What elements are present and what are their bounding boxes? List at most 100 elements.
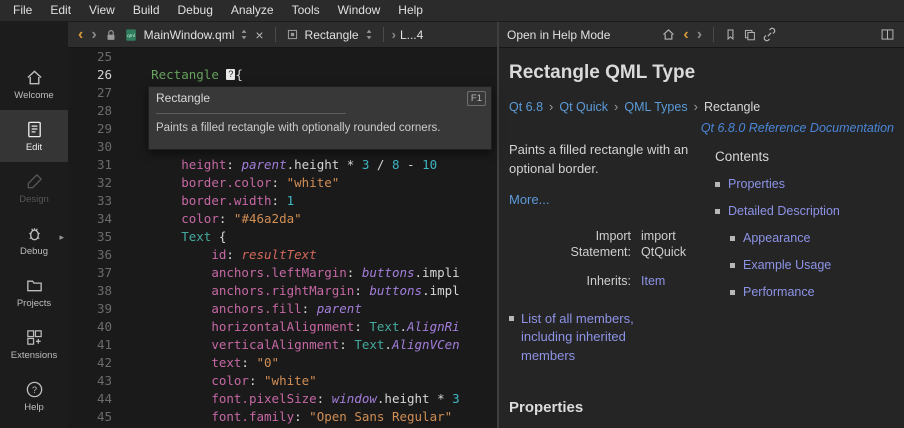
code-text: Text { bbox=[121, 228, 226, 246]
f1-shortcut-badge: F1 bbox=[467, 91, 486, 106]
code-line-35[interactable]: 35 Text { bbox=[68, 228, 497, 246]
menu-item-view[interactable]: View bbox=[80, 0, 124, 21]
sidebar-item-edit[interactable]: Edit bbox=[0, 110, 68, 162]
sidebar-item-projects[interactable]: Projects bbox=[0, 266, 68, 318]
square-bullet-icon bbox=[730, 263, 735, 268]
code-line-38[interactable]: 38 anchors.rightMargin: buttons.impl bbox=[68, 282, 497, 300]
code-text: text: "0" bbox=[121, 354, 279, 372]
code-line-40[interactable]: 40 horizontalAlignment: Text.AlignRi bbox=[68, 318, 497, 336]
inherits-label: Inherits: bbox=[551, 273, 631, 290]
square-bullet-icon bbox=[730, 236, 735, 241]
more-link[interactable]: More... bbox=[509, 191, 549, 210]
line-number: 30 bbox=[68, 138, 112, 156]
overflow-chevron-icon[interactable]: › bbox=[391, 24, 397, 46]
updown-icon[interactable] bbox=[240, 28, 248, 41]
code-line-31[interactable]: 31 height: parent.height * 3 / 8 - 10 bbox=[68, 156, 497, 174]
contents-link-label: Detailed Description bbox=[728, 204, 840, 218]
code-line-32[interactable]: 32 border.color: "white" bbox=[68, 174, 497, 192]
contents-link-detailed-description[interactable]: Detailed Description bbox=[715, 204, 894, 218]
help-pane: Open in Help Mode ‹ › bbox=[499, 22, 904, 428]
sidebar-item-label: Projects bbox=[17, 298, 51, 309]
line-column-indicator[interactable]: L...4 bbox=[400, 28, 423, 42]
help-page-title: Rectangle QML Type bbox=[509, 62, 894, 84]
breadcrumb-qt-6-8[interactable]: Qt 6.8 bbox=[509, 100, 543, 114]
menu-item-debug[interactable]: Debug bbox=[169, 0, 222, 21]
code-line-25[interactable]: 25 bbox=[68, 48, 497, 66]
back-icon[interactable]: ‹ bbox=[74, 24, 87, 46]
code-line-36[interactable]: 36 id: resultText bbox=[68, 246, 497, 264]
code-line-42[interactable]: 42 text: "0" bbox=[68, 354, 497, 372]
tooltip-divider bbox=[156, 113, 346, 114]
code-line-45[interactable]: 45 font.family: "Open Sans Regular" bbox=[68, 408, 497, 426]
contents-link-example-usage[interactable]: Example Usage bbox=[730, 258, 894, 272]
square-bullet-icon bbox=[715, 209, 720, 214]
sidebar-item-label: Help bbox=[24, 402, 44, 413]
code-line-34[interactable]: 34 color: "#46a2da" bbox=[68, 210, 497, 228]
sidebar-item-help[interactable]: ? Help bbox=[0, 370, 68, 422]
menu-item-analyze[interactable]: Analyze bbox=[222, 0, 283, 21]
sidebar-item-label: Debug bbox=[20, 246, 48, 257]
bookmark-icon[interactable] bbox=[724, 28, 737, 41]
code-line-26[interactable]: 26 Rectangle ?{ bbox=[68, 66, 497, 84]
sidebar-item-label: Edit bbox=[26, 142, 42, 153]
all-members-link[interactable]: List of all members, including inherited… bbox=[521, 310, 681, 365]
menu-item-build[interactable]: Build bbox=[124, 0, 169, 21]
contents-link-appearance[interactable]: Appearance bbox=[730, 231, 894, 245]
menu-item-tools[interactable]: Tools bbox=[283, 0, 329, 21]
symbol-icon bbox=[286, 28, 299, 41]
code-line-39[interactable]: 39 anchors.fill: parent bbox=[68, 300, 497, 318]
inherits-item-link[interactable]: Item bbox=[641, 273, 705, 290]
square-bullet-icon bbox=[715, 182, 720, 187]
code-text: anchors.fill: parent bbox=[121, 300, 362, 318]
code-line-44[interactable]: 44 font.pixelSize: window.height * 3 bbox=[68, 390, 497, 408]
back-icon[interactable]: ‹ bbox=[679, 24, 692, 46]
edit-document-icon bbox=[25, 120, 44, 139]
tooltip-description: Paints a filled rectangle with optionall… bbox=[149, 122, 491, 134]
code-text: font.pixelSize: window.height * 3 bbox=[121, 390, 460, 408]
forward-icon[interactable]: › bbox=[693, 24, 706, 46]
menu-item-edit[interactable]: Edit bbox=[41, 0, 80, 21]
code-text: font.family: "Open Sans Regular" bbox=[121, 408, 452, 426]
updown-icon[interactable] bbox=[365, 28, 373, 41]
code-line-41[interactable]: 41 verticalAlignment: Text.AlignVCen bbox=[68, 336, 497, 354]
code-text: color: "white" bbox=[121, 372, 317, 390]
contents-link-performance[interactable]: Performance bbox=[730, 285, 894, 299]
code-line-43[interactable]: 43 color: "white" bbox=[68, 372, 497, 390]
type-summary: Paints a filled rectangle with an option… bbox=[509, 141, 701, 179]
menu-item-help[interactable]: Help bbox=[389, 0, 432, 21]
sidebar-item-extensions[interactable]: Extensions bbox=[0, 318, 68, 370]
code-line-33[interactable]: 33 border.width: 1 bbox=[68, 192, 497, 210]
open-in-help-mode-button[interactable]: Open in Help Mode bbox=[507, 28, 610, 42]
contents-link-properties[interactable]: Properties bbox=[715, 177, 894, 191]
line-number: 29 bbox=[68, 120, 112, 138]
menu-item-file[interactable]: File bbox=[4, 0, 41, 21]
breadcrumb-qt-quick[interactable]: Qt Quick bbox=[559, 100, 608, 114]
square-bullet-icon bbox=[509, 316, 514, 321]
contents-list: Properties Detailed Description Appearance… bbox=[715, 177, 894, 299]
reference-doc-link[interactable]: Qt 6.8.0 Reference Documentation bbox=[509, 121, 894, 135]
help-question-icon: ? bbox=[25, 380, 44, 399]
home-icon[interactable] bbox=[661, 27, 676, 42]
copy-icon[interactable] bbox=[743, 28, 756, 41]
line-number: 45 bbox=[68, 408, 112, 426]
sidebar-item-welcome[interactable]: Welcome bbox=[0, 58, 68, 110]
forward-icon[interactable]: › bbox=[87, 24, 100, 46]
open-document-selector[interactable]: MainWindow.qml bbox=[144, 28, 235, 42]
symbol-selector[interactable]: Rectangle bbox=[305, 28, 359, 42]
menu-item-window[interactable]: Window bbox=[329, 0, 390, 21]
menubar: FileEditViewBuildDebugAnalyzeToolsWindow… bbox=[0, 0, 904, 22]
code-line-37[interactable]: 37 anchors.leftMargin: buttons.impli bbox=[68, 264, 497, 282]
type-info-table: Import Statement: import QtQuick Inherit… bbox=[551, 228, 701, 291]
close-document-icon[interactable]: × bbox=[251, 27, 267, 43]
import-statement-label: Import Statement: bbox=[551, 228, 631, 262]
breadcrumb-qml-types[interactable]: QML Types bbox=[624, 100, 687, 114]
sidebar-item-debug[interactable]: Debug▸ bbox=[0, 214, 68, 266]
projects-folder-icon bbox=[25, 276, 44, 295]
link-icon[interactable] bbox=[762, 27, 777, 42]
split-editor-icon[interactable] bbox=[880, 27, 895, 42]
line-number: 27 bbox=[68, 84, 112, 102]
line-number: 25 bbox=[68, 48, 112, 66]
code-text: border.width: 1 bbox=[121, 192, 294, 210]
line-number: 33 bbox=[68, 192, 112, 210]
line-number: 44 bbox=[68, 390, 112, 408]
